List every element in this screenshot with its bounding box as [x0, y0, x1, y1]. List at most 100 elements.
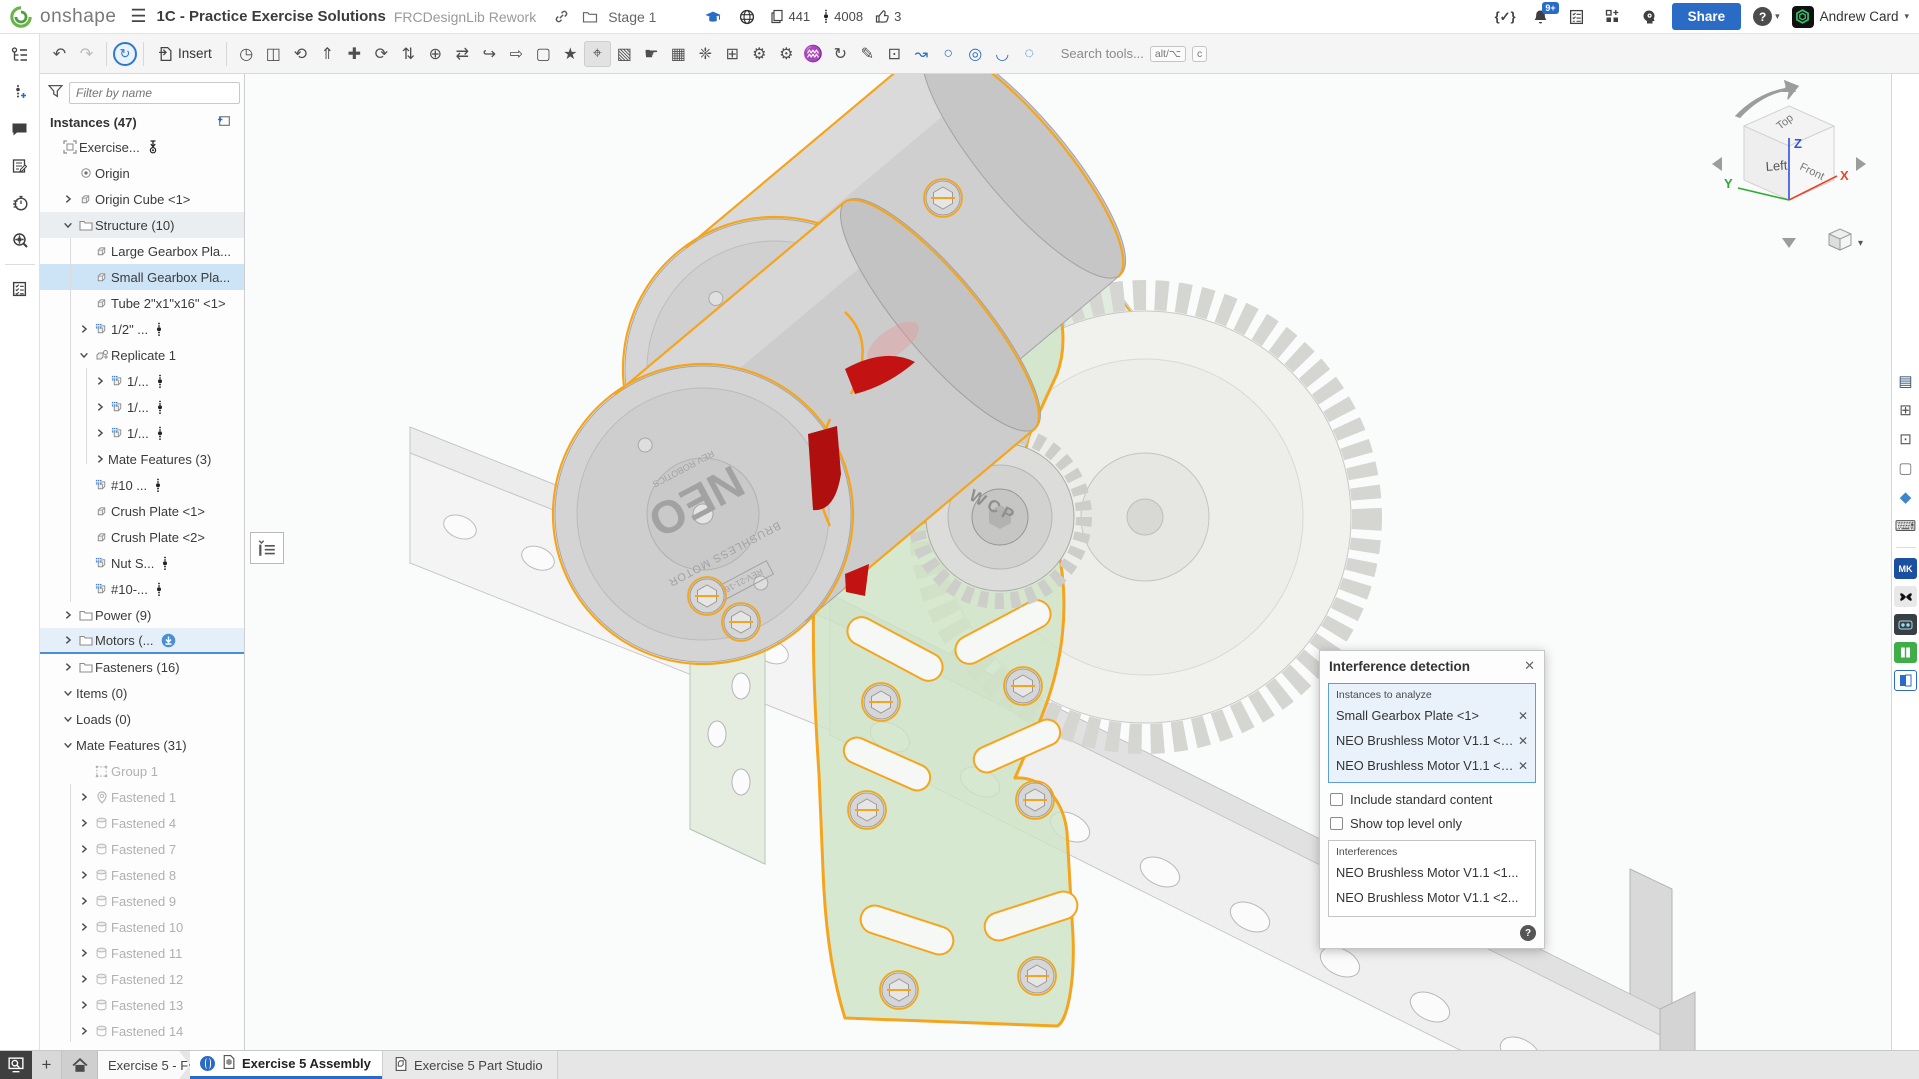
belt-relation-icon[interactable]: ○: [935, 41, 962, 67]
fixed-anchor-icon[interactable]: [147, 140, 159, 154]
mate-icon[interactable]: ◫: [260, 41, 287, 67]
filter-icon[interactable]: [48, 84, 63, 103]
follow-pin-icon[interactable]: [156, 400, 164, 415]
dialog-checkbox-row[interactable]: Include standard content: [1330, 792, 1534, 807]
view-cube[interactable]: Left Front Top Z X Y ▾: [1702, 76, 1877, 261]
tree-item-power-9[interactable]: Power (9): [40, 602, 244, 628]
appearance-icon[interactable]: ❈: [692, 41, 719, 67]
chevron-right-icon[interactable]: [60, 610, 76, 620]
follow-pin-icon[interactable]: [156, 374, 164, 389]
chevron-right-icon[interactable]: [92, 428, 108, 438]
tree-item-origin[interactable]: Origin: [40, 160, 244, 186]
tree-item-origin-cube-1[interactable]: Origin Cube <1>: [40, 186, 244, 212]
dialog-help-icon[interactable]: ?: [1520, 925, 1536, 941]
app-green-library-icon[interactable]: [1894, 642, 1917, 663]
chevron-right-icon[interactable]: [60, 194, 76, 204]
workspace-name[interactable]: FRCDesignLib Rework: [394, 9, 536, 25]
apps-icon[interactable]: [1602, 6, 1624, 28]
snap-mate-icon[interactable]: ⇨: [503, 41, 530, 67]
help-menu[interactable]: ? ▾: [1753, 7, 1780, 26]
chevron-right-icon[interactable]: [76, 870, 92, 880]
checkbox-unchecked[interactable]: [1330, 817, 1343, 830]
linked-instances-icon[interactable]: ⊡: [1894, 428, 1917, 450]
remove-instance-icon[interactable]: ✕: [1514, 759, 1528, 773]
replicate-icon[interactable]: ↻: [827, 41, 854, 67]
follow-pin-icon[interactable]: [154, 478, 162, 493]
follow-pin-icon[interactable]: [155, 322, 163, 337]
undo-icon[interactable]: ↶: [46, 41, 73, 67]
assembly-tree-icon[interactable]: [7, 42, 33, 68]
offset-mate-icon[interactable]: ⇅: [395, 41, 422, 67]
analytics-icon[interactable]: [7, 227, 33, 253]
tree-item-loads-0[interactable]: Loads (0): [40, 706, 244, 732]
manage-instances-icon[interactable]: ▧: [611, 41, 638, 67]
close-icon[interactable]: ✕: [1524, 658, 1535, 674]
interferences-box[interactable]: Interferences NEO Brushless Motor V1.1 <…: [1328, 840, 1536, 917]
copies-count[interactable]: 441: [770, 9, 810, 24]
shortcuts-panel-icon[interactable]: ⌨: [1894, 515, 1917, 537]
revolute-mate-icon[interactable]: ⟲: [287, 41, 314, 67]
tree-item-motors[interactable]: Motors (...: [40, 628, 244, 654]
expand-tree-button[interactable]: [250, 532, 284, 564]
remove-instance-icon[interactable]: ✕: [1514, 734, 1528, 748]
app-blue-library-icon[interactable]: [1894, 670, 1917, 691]
chevron-right-icon[interactable]: [76, 922, 92, 932]
named-positions-icon[interactable]: ◷: [233, 41, 260, 67]
chevron-right-icon[interactable]: [76, 324, 92, 334]
learning-center-icon[interactable]: [1638, 6, 1660, 28]
tree-item-mate-features-31[interactable]: Mate Features (31): [40, 732, 244, 758]
update-linked-documents-icon[interactable]: ↻: [113, 42, 137, 66]
tree-item-exercise[interactable]: Exercise...: [40, 134, 244, 160]
tab-exercise-5-assembly[interactable]: Exercise 5 Assembly: [190, 1051, 382, 1079]
interference-result-row[interactable]: NEO Brushless Motor V1.1 <2...: [1336, 885, 1528, 910]
3d-viewport[interactable]: WCP NEO BRUSHLESS MOTOR REV ROBOTICS REV…: [245, 74, 1891, 1050]
chevron-right-icon[interactable]: [76, 792, 92, 802]
likes-count[interactable]: 3: [875, 9, 901, 24]
follow-pin-icon[interactable]: [156, 426, 164, 441]
chevron-down-icon[interactable]: [60, 220, 76, 230]
filter-input[interactable]: [69, 82, 240, 104]
remove-instance-icon[interactable]: ✕: [1514, 709, 1528, 723]
follow-pin-icon[interactable]: [155, 582, 163, 597]
chevron-right-icon[interactable]: [92, 376, 108, 386]
belt-path-icon[interactable]: ↝: [908, 41, 935, 67]
chevron-right-icon[interactable]: [76, 1026, 92, 1036]
document-title[interactable]: 1C - Practice Exercise Solutions: [157, 8, 386, 25]
folder-location-icon[interactable]: [579, 6, 601, 28]
parallel-mate-icon[interactable]: ⇄: [449, 41, 476, 67]
search-tools-box[interactable]: Search tools...alt/⌥c: [1061, 46, 1207, 62]
rotate-icon[interactable]: ⟳: [368, 41, 395, 67]
comments-icon[interactable]: [7, 116, 33, 142]
versions-history-icon[interactable]: [7, 79, 33, 105]
redo-icon[interactable]: ↷: [73, 41, 100, 67]
bill-of-materials-icon[interactable]: ▦: [665, 41, 692, 67]
main-menu-icon[interactable]: ☰: [130, 6, 146, 27]
performance-icon[interactable]: [7, 190, 33, 216]
notifications-bell-icon[interactable]: 9+: [1530, 6, 1552, 28]
tab-exercise-5-part-studio[interactable]: Exercise 5 Part Studio: [382, 1051, 558, 1079]
group-icon[interactable]: ▢: [530, 41, 557, 67]
sprocket-relation-icon[interactable]: ◌: [1016, 41, 1043, 67]
configuration-panel-icon[interactable]: ⊞: [1894, 399, 1917, 421]
share-button[interactable]: Share: [1672, 3, 1742, 30]
mate-connector-icon[interactable]: ⊕: [422, 41, 449, 67]
app-robot-icon[interactable]: [1894, 614, 1917, 635]
slider-mate-icon[interactable]: ⇑: [314, 41, 341, 67]
chevron-right-icon[interactable]: [60, 662, 76, 672]
chevron-down-icon[interactable]: [60, 740, 76, 750]
versions-count[interactable]: 4008: [822, 9, 863, 24]
chevron-down-icon[interactable]: [76, 350, 92, 360]
interference-result-row[interactable]: NEO Brushless Motor V1.1 <1...: [1336, 860, 1528, 885]
release-tasks-icon[interactable]: [1566, 6, 1588, 28]
interference-detection-icon[interactable]: ⌖: [584, 41, 611, 67]
properties-panel-icon[interactable]: ▤: [1894, 370, 1917, 392]
insert-button[interactable]: Insert: [150, 42, 220, 66]
chevron-right-icon[interactable]: [76, 844, 92, 854]
user-menu[interactable]: Andrew Card ▾: [1792, 6, 1909, 28]
tab-exercise-5-flip[interactable]: Exercise 5 - Flip: [98, 1051, 190, 1079]
chevron-down-icon[interactable]: [60, 688, 76, 698]
onshape-logo[interactable]: onshape: [10, 6, 116, 28]
create-part-studio-icon[interactable]: ⊡: [881, 41, 908, 67]
checklist-panel-icon[interactable]: [7, 276, 33, 302]
chevron-right-icon[interactable]: [76, 896, 92, 906]
